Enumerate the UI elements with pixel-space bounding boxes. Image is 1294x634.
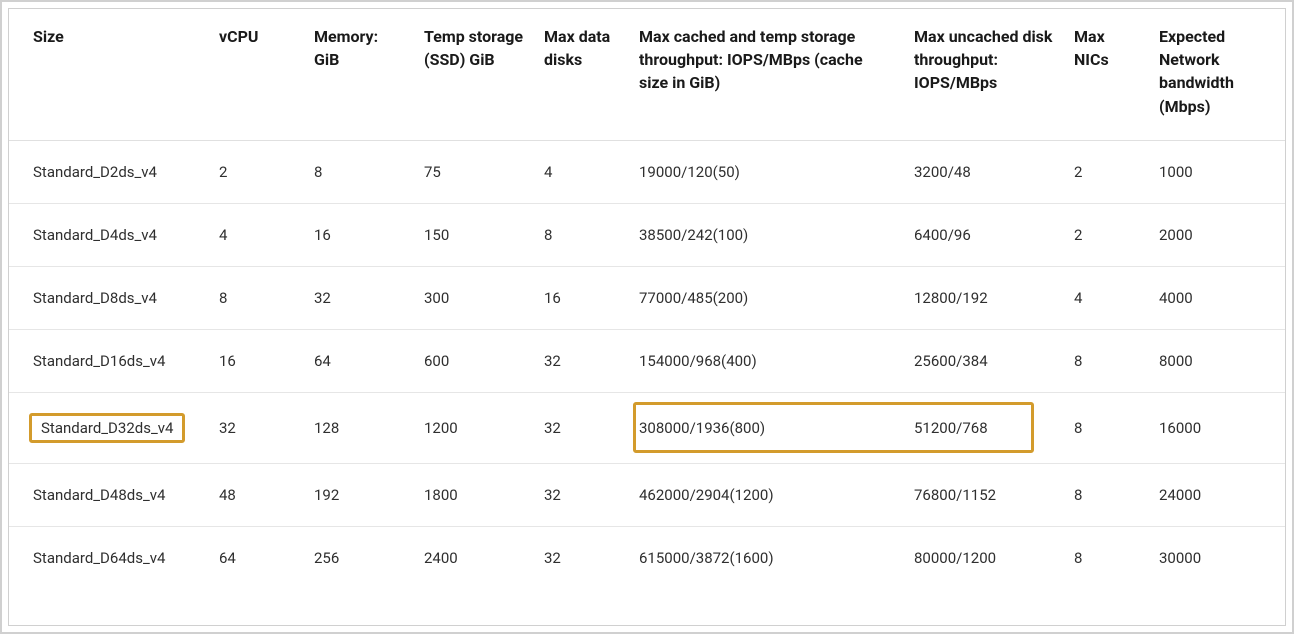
cell-vcpu: 2 (209, 140, 304, 203)
cell-nics: 8 (1064, 329, 1149, 392)
cell-vcpu: 64 (209, 526, 304, 589)
table-header-row: Size vCPU Memory: GiB Temp storage (SSD)… (9, 9, 1285, 140)
cell-cached: 77000/485(200) (629, 266, 904, 329)
highlight-box-size: Standard_D32ds_v4 (33, 415, 181, 441)
cell-size: Standard_D16ds_v4 (9, 329, 209, 392)
cell-uncached: 51200/768 (904, 392, 1064, 463)
cell-temp: 150 (414, 203, 534, 266)
cell-bandwidth: 4000 (1149, 266, 1285, 329)
table-row: Standard_D16ds_v4166460032154000/968(400… (9, 329, 1285, 392)
cell-cached: 154000/968(400) (629, 329, 904, 392)
col-header-bandwidth: Expected Network bandwidth (Mbps) (1149, 9, 1285, 140)
cell-nics: 2 (1064, 140, 1149, 203)
cell-size: Standard_D4ds_v4 (9, 203, 209, 266)
cell-mdisks: 32 (534, 526, 629, 589)
cell-size: Standard_D2ds_v4 (9, 140, 209, 203)
cell-memory: 16 (304, 203, 414, 266)
col-header-cached: Max cached and temp storage throughput: … (629, 9, 904, 140)
cell-mdisks: 32 (534, 463, 629, 526)
cell-cached: 38500/242(100) (629, 203, 904, 266)
cell-bandwidth: 2000 (1149, 203, 1285, 266)
cell-vcpu: 8 (209, 266, 304, 329)
cell-memory: 32 (304, 266, 414, 329)
table-container: Size vCPU Memory: GiB Temp storage (SSD)… (8, 8, 1286, 626)
cell-mdisks: 4 (534, 140, 629, 203)
cell-memory: 256 (304, 526, 414, 589)
table-row: Standard_D2ds_v42875419000/120(50)3200/4… (9, 140, 1285, 203)
table-row: Standard_D32ds_v432128120032308000/1936(… (9, 392, 1285, 463)
screenshot-frame: Size vCPU Memory: GiB Temp storage (SSD)… (0, 0, 1294, 634)
cell-temp: 1200 (414, 392, 534, 463)
cell-bandwidth: 8000 (1149, 329, 1285, 392)
cell-cached: 19000/120(50) (629, 140, 904, 203)
cell-mdisks: 16 (534, 266, 629, 329)
cell-memory: 192 (304, 463, 414, 526)
cell-uncached: 12800/192 (904, 266, 1064, 329)
cell-nics: 8 (1064, 463, 1149, 526)
table-body: Standard_D2ds_v42875419000/120(50)3200/4… (9, 140, 1285, 589)
cell-temp: 600 (414, 329, 534, 392)
cell-temp: 1800 (414, 463, 534, 526)
col-header-vcpu: vCPU (209, 9, 304, 140)
table-row: Standard_D4ds_v4416150838500/242(100)640… (9, 203, 1285, 266)
cell-temp: 300 (414, 266, 534, 329)
col-header-memory: Memory: GiB (304, 9, 414, 140)
cell-size: Standard_D48ds_v4 (9, 463, 209, 526)
cell-temp: 75 (414, 140, 534, 203)
col-header-uncached: Max uncached disk throughput: IOPS/MBps (904, 9, 1064, 140)
cell-bandwidth: 16000 (1149, 392, 1285, 463)
cell-nics: 8 (1064, 392, 1149, 463)
cell-vcpu: 16 (209, 329, 304, 392)
cell-cached: 462000/2904(1200) (629, 463, 904, 526)
col-header-mdisks: Max data disks (534, 9, 629, 140)
cell-size: Standard_D32ds_v4 (9, 392, 209, 463)
col-header-temp: Temp storage (SSD) GiB (414, 9, 534, 140)
cell-uncached: 3200/48 (904, 140, 1064, 203)
cell-uncached: 80000/1200 (904, 526, 1064, 589)
cell-bandwidth: 24000 (1149, 463, 1285, 526)
cell-mdisks: 8 (534, 203, 629, 266)
cell-cached: 615000/3872(1600) (629, 526, 904, 589)
cell-bandwidth: 30000 (1149, 526, 1285, 589)
cell-vcpu: 32 (209, 392, 304, 463)
cell-mdisks: 32 (534, 392, 629, 463)
table-row: Standard_D8ds_v48323001677000/485(200)12… (9, 266, 1285, 329)
cell-size: Standard_D8ds_v4 (9, 266, 209, 329)
vm-sizes-table: Size vCPU Memory: GiB Temp storage (SSD)… (9, 9, 1285, 589)
cell-vcpu: 4 (209, 203, 304, 266)
cell-cached: 308000/1936(800) (629, 392, 904, 463)
cell-memory: 64 (304, 329, 414, 392)
cell-mdisks: 32 (534, 329, 629, 392)
cell-temp: 2400 (414, 526, 534, 589)
col-header-size: Size (9, 9, 209, 140)
cell-vcpu: 48 (209, 463, 304, 526)
table-row: Standard_D48ds_v448192180032462000/2904(… (9, 463, 1285, 526)
cell-nics: 8 (1064, 526, 1149, 589)
cell-memory: 8 (304, 140, 414, 203)
cell-uncached: 25600/384 (904, 329, 1064, 392)
cell-uncached: 6400/96 (904, 203, 1064, 266)
cell-size: Standard_D64ds_v4 (9, 526, 209, 589)
cell-uncached: 76800/1152 (904, 463, 1064, 526)
cell-nics: 2 (1064, 203, 1149, 266)
table-row: Standard_D64ds_v464256240032615000/3872(… (9, 526, 1285, 589)
cell-bandwidth: 1000 (1149, 140, 1285, 203)
col-header-nics: Max NICs (1064, 9, 1149, 140)
cell-memory: 128 (304, 392, 414, 463)
cell-nics: 4 (1064, 266, 1149, 329)
